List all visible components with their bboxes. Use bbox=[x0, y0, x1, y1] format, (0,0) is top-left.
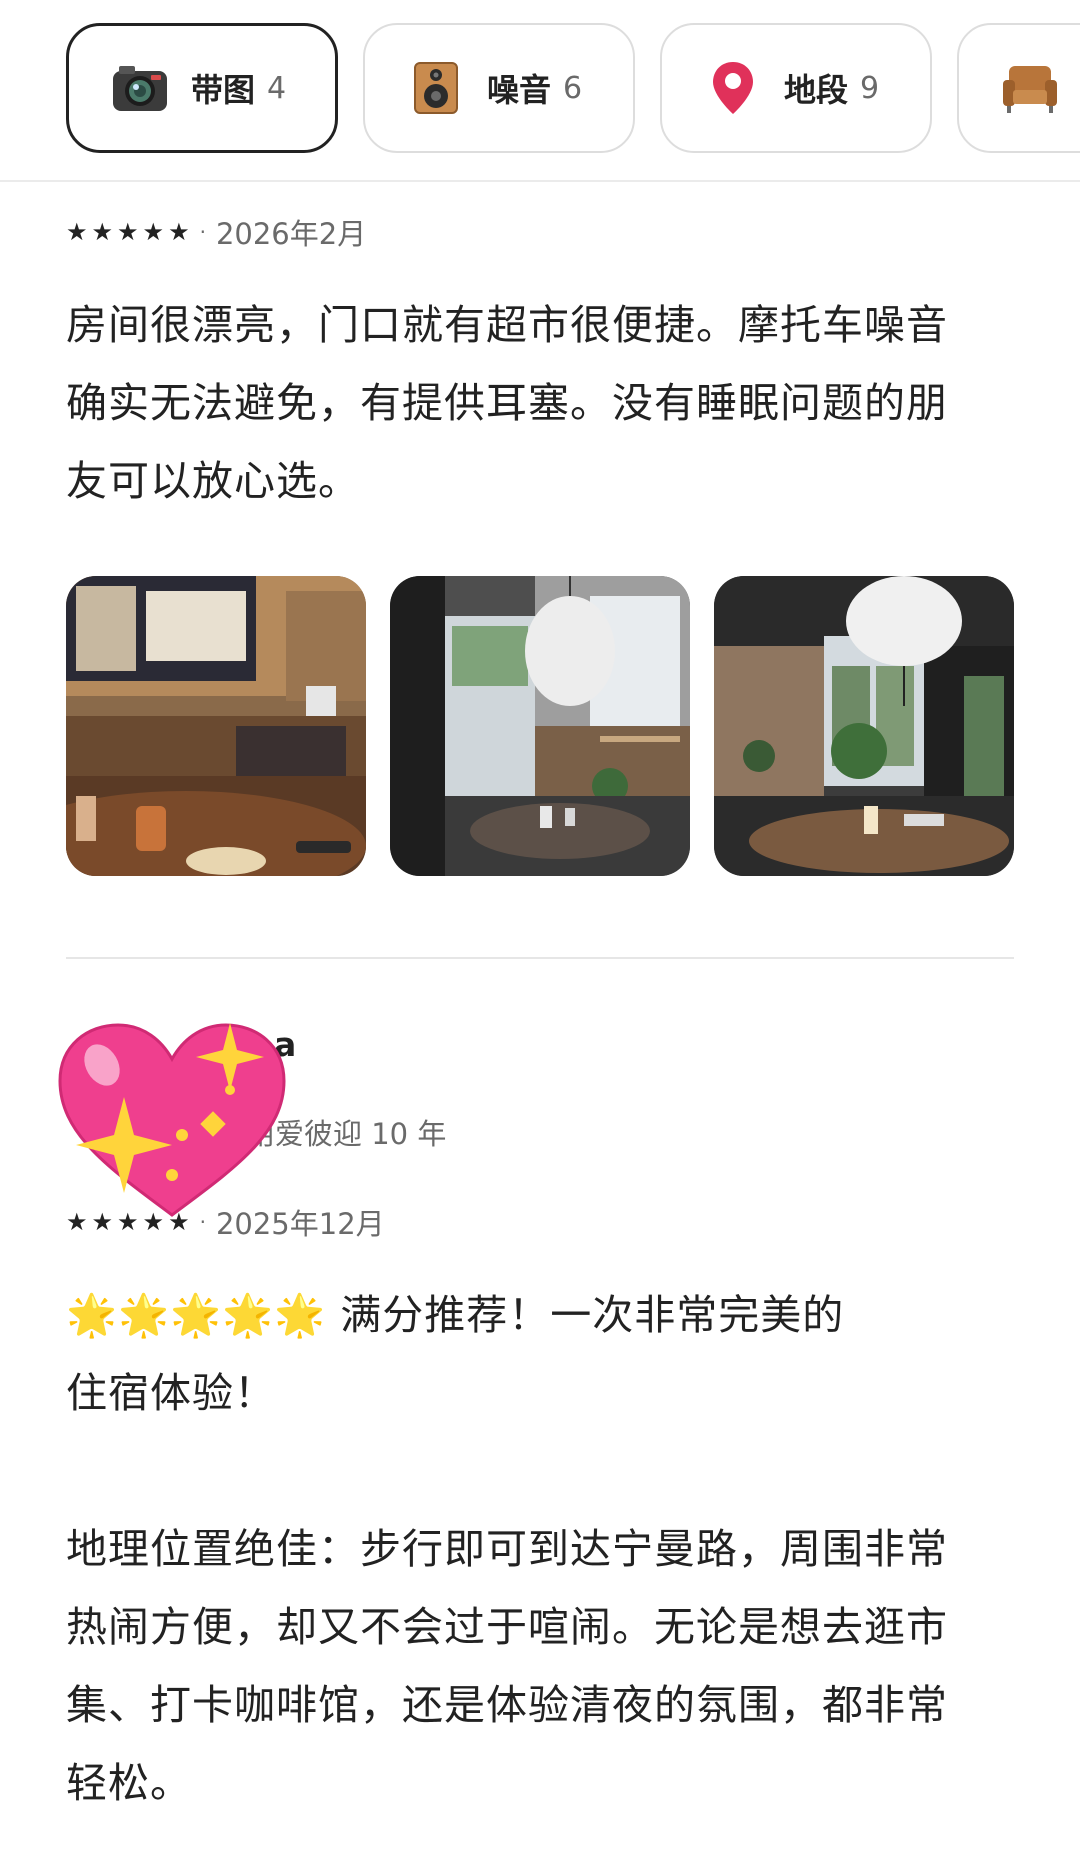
filter-chip-count: 4 bbox=[267, 70, 287, 106]
speaker-icon bbox=[407, 59, 465, 117]
filter-chip-label: 带图 bbox=[191, 71, 256, 109]
review-photos bbox=[66, 576, 1014, 876]
review-photo-living-room-tv[interactable] bbox=[66, 576, 366, 876]
separator: · bbox=[199, 1210, 206, 1234]
camera-icon bbox=[111, 59, 169, 117]
review-text: 房间很漂亮，门口就有超市很便捷。摩托车噪音 确实无法避免，有提供耳塞。没有睡眠问… bbox=[66, 301, 948, 505]
armchair-icon bbox=[1001, 59, 1059, 117]
filter-chip-bar: 带图 4 噪音 6 地段 9 bbox=[0, 0, 1080, 182]
review-photo-dining-area-lamp[interactable] bbox=[390, 576, 690, 876]
review-date: 2025年12月 bbox=[215, 1207, 385, 1241]
separator: · bbox=[199, 220, 206, 244]
rating-line: ★★★★★ · 2026年2月 bbox=[66, 212, 1014, 252]
review-text: 🌟🌟🌟🌟🌟 满分推荐！一次非常完美的 住宿体验！ 地理位置绝佳：步行即可到达宁曼… bbox=[66, 1291, 948, 1807]
review-card: ★★★★★ · 2025年12月 🌟🌟🌟🌟🌟 满分推荐！一次非常完美的 住宿体验… bbox=[66, 1202, 1014, 1822]
review-photo-lounge-plants[interactable] bbox=[714, 576, 1014, 876]
rating-line: ★★★★★ · 2025年12月 bbox=[66, 1202, 1014, 1242]
star-rating: ★★★★★ bbox=[66, 218, 194, 246]
review-date: 2026年2月 bbox=[215, 217, 367, 251]
location-pin-icon bbox=[704, 59, 762, 117]
filter-chip-noise[interactable]: 噪音 6 bbox=[363, 23, 635, 153]
star-rating: ★★★★★ bbox=[66, 1208, 194, 1236]
filter-chip-furniture[interactable] bbox=[957, 23, 1080, 153]
filter-chip-label: 噪音 bbox=[487, 71, 552, 109]
review-card: ★★★★★ · 2026年2月 房间很漂亮，门口就有超市很便捷。摩托车噪音 确实… bbox=[66, 212, 1014, 876]
filter-chip-count: 9 bbox=[860, 70, 880, 106]
filter-chip-location[interactable]: 地段 9 bbox=[660, 23, 932, 153]
review-divider bbox=[66, 957, 1014, 959]
filter-chip-label: 地段 bbox=[784, 71, 849, 109]
sparkling-heart-icon bbox=[52, 1015, 292, 1225]
filter-chip-count: 6 bbox=[563, 70, 583, 106]
filter-chip-photos[interactable]: 带图 4 bbox=[66, 23, 338, 153]
